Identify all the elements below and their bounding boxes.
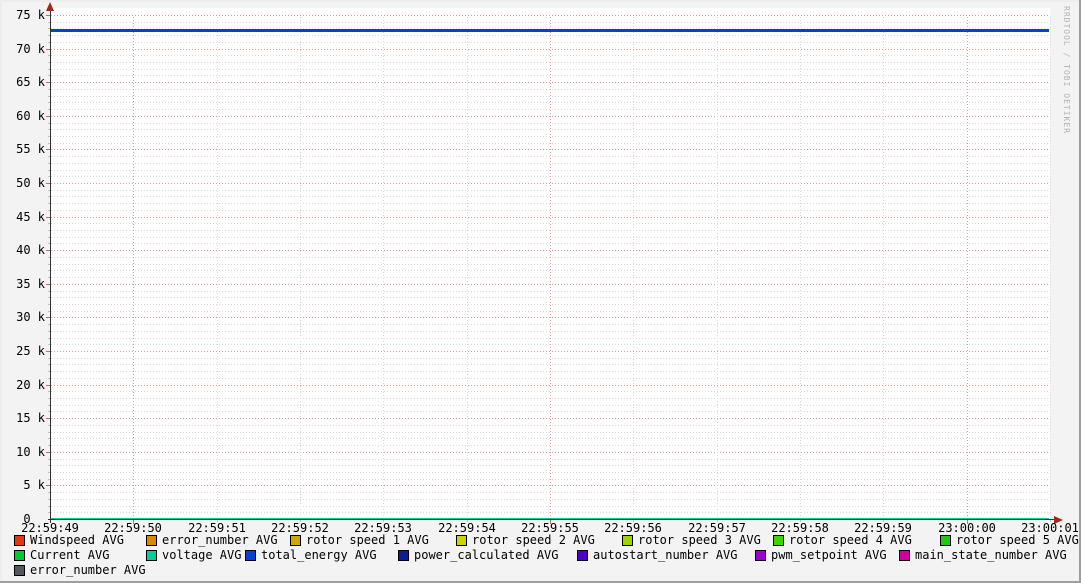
gridline-v-minor [217, 15, 218, 519]
frame-edge-left [0, 0, 2, 583]
rrdtool-watermark: RRDTOOL / TOBI OETIKER [1062, 6, 1071, 134]
legend-label: pwm_setpoint AVG [771, 548, 887, 562]
y-axis-label: 60 k [16, 108, 45, 123]
legend-label: power_calculated AVG [414, 548, 559, 562]
gridline-v-minor [383, 15, 384, 519]
legend-label: total_energy AVG [261, 548, 377, 562]
gridline-v-minor [300, 15, 301, 519]
legend-swatch-icon [456, 535, 467, 546]
legend-swatch-icon [245, 550, 256, 561]
gridline-v-major [133, 15, 134, 519]
legend-label: voltage AVG [162, 548, 242, 562]
y-axis-label: 15 k [16, 411, 45, 426]
legend-label: rotor speed 1 AVG [306, 533, 429, 547]
gridline-v-minor [1050, 15, 1051, 519]
gridline-v-major [967, 15, 968, 519]
y-axis-label: 25 k [16, 344, 45, 358]
y-axis-label: 65 k [16, 75, 45, 90]
frame-edge-top [0, 0, 1081, 2]
legend-swatch-icon [14, 535, 25, 546]
legend-label: error_number AVG [30, 563, 146, 577]
gridline-v-major [550, 15, 551, 519]
legend-swatch-icon [290, 535, 301, 546]
legend-label: rotor speed 3 AVG [638, 533, 761, 547]
y-axis-label: 35 k [16, 276, 45, 291]
legend-swatch-icon [146, 535, 157, 546]
legend-swatch-icon [773, 535, 784, 546]
legend-label: error_number AVG [162, 533, 278, 547]
gridline-v-minor [633, 15, 634, 519]
legend-label: main_state_number AVG [915, 548, 1067, 562]
x-axis [48, 519, 1054, 520]
y-axis-label: 70 k [16, 41, 45, 56]
legend-label: autostart_number AVG [593, 548, 738, 562]
y-axis-label: 20 k [16, 377, 45, 392]
y-axis-label: 75 k [16, 8, 45, 22]
legend-label: rotor speed 2 AVG [472, 533, 595, 547]
y-axis-label: 45 k [16, 209, 45, 224]
gridline-v-minor [800, 15, 801, 519]
legend-swatch-icon [940, 535, 951, 546]
legend-label: Current AVG [30, 548, 110, 562]
legend-swatch-icon [755, 550, 766, 561]
legend-swatch-icon [577, 550, 588, 561]
legend-label: rotor speed 5 AVG [956, 533, 1079, 547]
y-axis-arrow-icon [46, 2, 54, 11]
legend-swatch-icon [622, 535, 633, 546]
gridline-v-minor [467, 15, 468, 519]
y-axis [50, 10, 51, 523]
y-axis-label: 30 k [16, 310, 45, 325]
legend-swatch-icon [14, 550, 25, 561]
y-axis-label: 50 k [16, 176, 45, 190]
legend-label: rotor speed 4 AVG [789, 533, 912, 547]
y-axis-label: 55 k [16, 142, 45, 157]
total-energy-line [51, 29, 1049, 32]
y-axis-label: 40 k [16, 243, 45, 258]
legend-swatch-icon [899, 550, 910, 561]
legend-swatch-icon [146, 550, 157, 561]
gridline-v-minor [717, 15, 718, 519]
legend-swatch-icon [398, 550, 409, 561]
y-axis-label: 5 k [23, 478, 45, 493]
legend-label: Windspeed AVG [30, 533, 124, 547]
gridline-v-minor [883, 15, 884, 519]
y-axis-label: 10 k [16, 444, 45, 459]
legend-swatch-icon [14, 565, 25, 576]
rrdtool-graph: 75 k 70 k 65 k 60 k 55 k 50 k 45 k 40 k 35 k 30 k… [0, 0, 1081, 583]
